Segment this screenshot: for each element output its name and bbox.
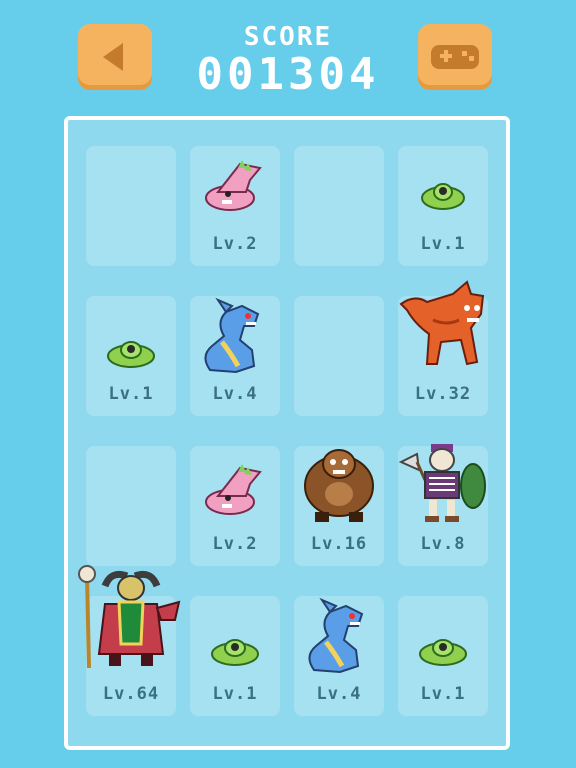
level-label: Lv.64 [102, 684, 160, 704]
blue-dragon-icon [204, 297, 260, 374]
level-label: Lv.2 [212, 234, 258, 254]
level-label: Lv.1 [420, 234, 466, 254]
gamepad-icon [431, 45, 479, 69]
pink-dragon-icon [205, 464, 262, 515]
orange-wolf-icon [399, 280, 485, 366]
demon-shaman-icon [78, 565, 181, 669]
blue-dragon-icon [308, 597, 364, 674]
level-label: Lv.4 [212, 384, 258, 404]
level-label: Lv.1 [212, 684, 258, 704]
grid-cell-empty[interactable] [86, 446, 176, 566]
grid-cell-orange-wolf[interactable]: Lv.32 [398, 280, 488, 416]
level-label: Lv.1 [420, 684, 466, 704]
grid-cell-pink-dragon[interactable]: Lv.2 [190, 446, 280, 566]
grid-cell-blue-dragon[interactable]: Lv.4 [294, 596, 384, 716]
game-board: Lv.2 Lv.1 Lv.1 Lv.4 Lv.32 Lv.2 Lv.16 Lv.… [64, 116, 510, 750]
gamepad-button[interactable] [418, 24, 492, 90]
grid-cell-green-slime[interactable]: Lv.1 [398, 146, 488, 266]
grid-cell-green-slime[interactable]: Lv.1 [398, 596, 488, 716]
level-label: Lv.4 [316, 684, 362, 704]
green-slime-icon [107, 341, 155, 368]
grid-cell-blue-dragon[interactable]: Lv.4 [190, 296, 280, 416]
grid-cell-green-slime[interactable]: Lv.1 [86, 296, 176, 416]
grid-cell-pink-dragon[interactable]: Lv.2 [190, 146, 280, 266]
level-label: Lv.1 [108, 384, 154, 404]
brown-ogre-icon [304, 449, 374, 522]
green-slime-icon [421, 183, 465, 210]
skeleton-warrior-icon [398, 444, 486, 522]
level-label: Lv.32 [414, 384, 472, 404]
green-slime-icon [419, 639, 467, 666]
level-label: Lv.8 [420, 534, 466, 554]
grid-cell-brown-ogre[interactable]: Lv.16 [294, 446, 384, 566]
green-slime-icon [211, 639, 259, 666]
level-label: Lv.16 [310, 534, 368, 554]
level-label: Lv.2 [212, 534, 258, 554]
pink-dragon-icon [205, 160, 262, 211]
grid-cell-empty[interactable] [294, 146, 384, 266]
grid-cell-skeleton-warrior[interactable]: Lv.8 [398, 444, 488, 566]
grid-cell-empty[interactable] [294, 296, 384, 416]
grid-cell-empty[interactable] [86, 146, 176, 266]
grid-cell-green-slime[interactable]: Lv.1 [190, 596, 280, 716]
grid-cell-demon-shaman[interactable]: Lv.64 [78, 565, 181, 716]
